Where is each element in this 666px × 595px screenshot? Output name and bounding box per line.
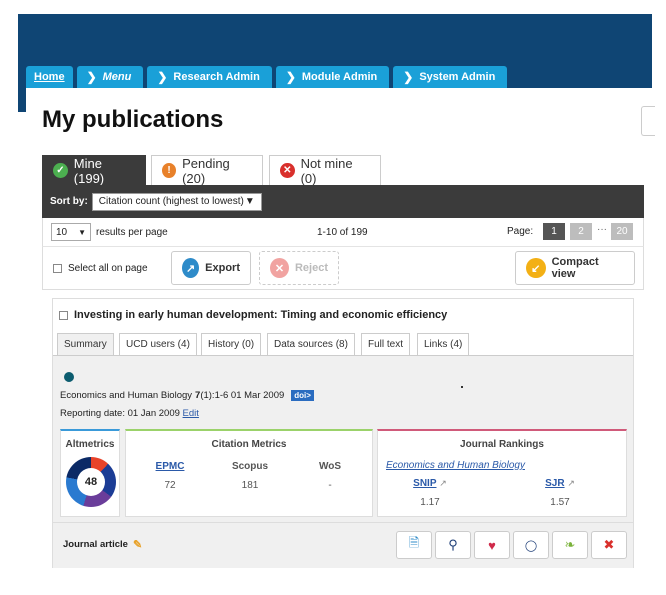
altmetrics-box: Altmetrics 48 bbox=[60, 429, 120, 517]
pager-row: 10 ▼ results per page 1-10 of 199 Page: … bbox=[42, 218, 644, 246]
action-row: Select all on page ↗ Export ✕ Reject ↙ C… bbox=[42, 246, 644, 290]
caret-down-icon: ▼ bbox=[78, 227, 86, 237]
reject-button[interactable]: ✕ Reject bbox=[259, 251, 339, 285]
journal-link[interactable]: Economics and Human Biology bbox=[386, 460, 525, 471]
caret-down-icon: ▼ bbox=[244, 196, 255, 207]
pencil-icon[interactable]: ✎ bbox=[133, 538, 142, 551]
page-ellipsis: ··· bbox=[597, 224, 607, 235]
page-title: My publications bbox=[42, 106, 224, 133]
tab-not-mine[interactable]: ✕ Not mine (0) bbox=[269, 155, 381, 186]
nav-menu[interactable]: ❯ Menu bbox=[76, 66, 144, 88]
close-icon: ✖ bbox=[603, 537, 615, 552]
publication-checkbox[interactable] bbox=[59, 310, 68, 320]
tab-data-sources[interactable]: Data sources (8) bbox=[267, 333, 355, 355]
sjr-link[interactable]: SJR bbox=[545, 478, 564, 489]
nav-module-admin[interactable]: ❯ Module Admin bbox=[275, 66, 390, 88]
tab-links[interactable]: Links (4) bbox=[417, 333, 470, 355]
journal-rankings-box: Journal Rankings Economics and Human Bio… bbox=[377, 429, 627, 517]
external-link-icon: ↗ bbox=[439, 478, 447, 488]
select-all-checkbox[interactable]: Select all on page bbox=[53, 263, 148, 274]
results-per-page-label: results per page bbox=[96, 227, 168, 238]
publication-title: Investing in early human development: Ti… bbox=[74, 309, 448, 321]
epmc-link[interactable]: EPMC bbox=[140, 461, 200, 472]
altmetric-donut-icon[interactable]: 48 bbox=[66, 457, 116, 507]
publication-title-row: Investing in early human development: Ti… bbox=[59, 309, 447, 321]
compact-view-button[interactable]: ↙ Compact view bbox=[515, 251, 635, 285]
publication-summary: Economics and Human Biology 7 (1):1-6 01 … bbox=[53, 355, 633, 568]
metric-epmc: EPMC 72 bbox=[140, 461, 200, 491]
metric-snip: SNIP ↗ 1.17 bbox=[413, 478, 447, 508]
reject-publication-button[interactable]: ✖ bbox=[591, 531, 627, 559]
publication-card: Investing in early human development: Ti… bbox=[52, 298, 634, 568]
status-dot bbox=[64, 372, 74, 382]
citation-metrics-box: Citation Metrics EPMC 72 Scopus 181 WoS … bbox=[125, 429, 373, 517]
export-button[interactable]: ↗ Export bbox=[171, 251, 251, 285]
tab-ucd-users[interactable]: UCD users (4) bbox=[119, 333, 197, 355]
citation-line: Economics and Human Biology 7 (1):1-6 01 … bbox=[60, 390, 314, 401]
chevron-right-icon: ❯ bbox=[403, 70, 414, 84]
page-20-button[interactable]: 20 bbox=[611, 223, 633, 240]
results-per-page-select[interactable]: 10 ▼ bbox=[51, 223, 91, 241]
nav-home[interactable]: Home bbox=[26, 66, 73, 88]
sort-select[interactable]: Citation count (highest to lowest) ▼ bbox=[91, 192, 262, 211]
search-icon: ⚲ bbox=[448, 537, 458, 552]
tab-mine[interactable]: ✓ Mine (199) bbox=[42, 155, 146, 186]
metric-wos: WoS - bbox=[318, 461, 342, 491]
x-circle-icon: ✕ bbox=[270, 258, 289, 278]
flag-button[interactable]: ❧ bbox=[552, 531, 588, 559]
edit-link[interactable]: Edit bbox=[183, 408, 199, 419]
tab-summary[interactable]: Summary bbox=[57, 333, 114, 355]
metric-scopus: Scopus 181 bbox=[231, 461, 269, 491]
chevron-right-icon: ❯ bbox=[86, 70, 97, 84]
marker-dot bbox=[461, 386, 463, 388]
export-icon: ↗ bbox=[182, 258, 200, 278]
metric-sjr: SJR ↗ 1.57 bbox=[545, 478, 575, 508]
page-label: Page: bbox=[507, 226, 534, 237]
altmetric-score: 48 bbox=[77, 468, 105, 496]
nav-research-admin[interactable]: ❯ Research Admin bbox=[147, 66, 272, 88]
bug-icon: ❧ bbox=[564, 537, 576, 552]
tab-full-text[interactable]: Full text bbox=[361, 333, 411, 355]
page-2-button[interactable]: 2 bbox=[570, 223, 592, 240]
nav-system-admin[interactable]: ❯ System Admin bbox=[393, 66, 508, 88]
sort-bar: Sort by: Citation count (highest to lowe… bbox=[42, 185, 644, 218]
check-circle-icon: ✓ bbox=[53, 163, 68, 178]
main-nav: Home ❯ Menu ❯ Research Admin ❯ Module Admin… bbox=[26, 66, 508, 88]
tab-pending[interactable]: ! Pending (20) bbox=[151, 155, 263, 186]
x-circle-icon: ✕ bbox=[280, 163, 295, 178]
favourite-button[interactable]: ♥ bbox=[474, 531, 510, 559]
publication-footer: Journal article ✎ 🗎 ⚲ ♥ ◯ ❧ ✖ bbox=[53, 522, 633, 568]
exclamation-circle-icon: ! bbox=[162, 163, 177, 178]
checkbox[interactable] bbox=[53, 264, 62, 273]
heart-icon: ♥ bbox=[488, 537, 496, 553]
snip-link[interactable]: SNIP bbox=[413, 478, 436, 489]
page-1-button[interactable]: 1 bbox=[543, 223, 565, 240]
upload-file-button[interactable]: 🗎 bbox=[396, 531, 432, 559]
sort-label: Sort by: bbox=[50, 196, 88, 207]
chevron-right-icon: ❯ bbox=[285, 70, 296, 84]
doi-link[interactable]: doi> bbox=[291, 390, 314, 401]
file-upload-icon: 🗎 bbox=[408, 535, 420, 550]
search-button[interactable]: ⚲ bbox=[435, 531, 471, 559]
eye-slash-icon: ◯ bbox=[524, 539, 538, 552]
publication-type: Journal article ✎ bbox=[63, 538, 143, 551]
reporting-date: Reporting date: 01 Jan 2009 Edit bbox=[60, 408, 199, 419]
hide-button[interactable]: ◯ bbox=[513, 531, 549, 559]
results-range: 1-10 of 199 bbox=[317, 227, 368, 238]
chevron-right-icon: ❯ bbox=[157, 70, 168, 84]
external-link-icon: ↗ bbox=[567, 478, 575, 488]
compress-icon: ↙ bbox=[526, 258, 546, 278]
tab-history[interactable]: History (0) bbox=[201, 333, 262, 355]
side-panel-toggle[interactable] bbox=[641, 106, 655, 136]
